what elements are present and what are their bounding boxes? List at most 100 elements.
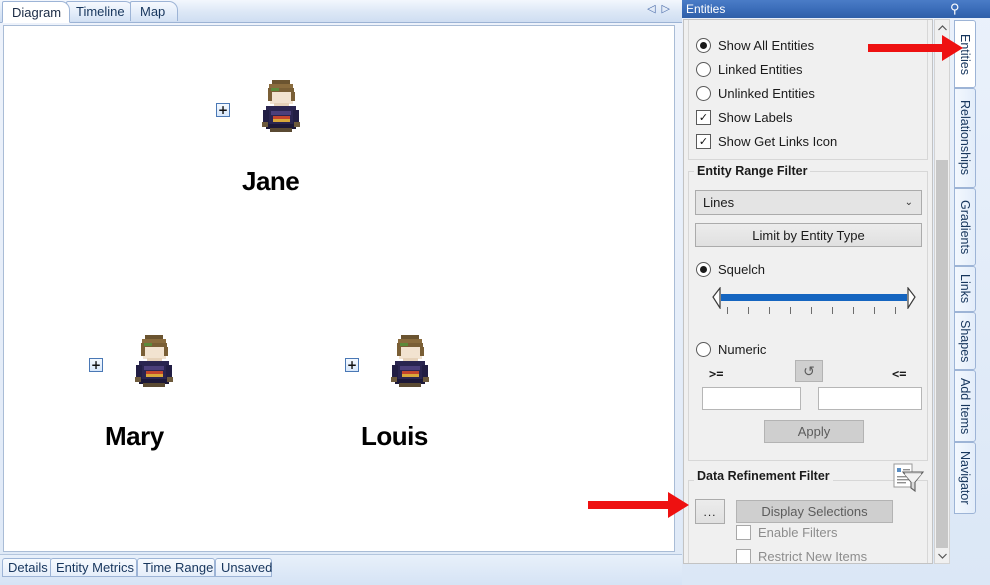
- tab-timeline[interactable]: Timeline: [66, 1, 134, 21]
- apply-button-label: Apply: [797, 424, 831, 439]
- tab-timeline-label: Timeline: [76, 4, 125, 19]
- slider-handle-min[interactable]: [709, 286, 723, 311]
- side-tab-gradients[interactable]: Gradients: [954, 188, 976, 266]
- person-avatar-icon: [387, 333, 433, 389]
- tab-map[interactable]: Map: [130, 1, 178, 21]
- numeric-min-input[interactable]: [702, 387, 801, 410]
- bottom-tabstrip: Details Entity Metrics Time Range Unsave…: [0, 554, 682, 585]
- numeric-max-input[interactable]: [818, 387, 922, 410]
- entities-dock-panel: Entities ⚲ Entity Filter Show All Entiti…: [682, 0, 990, 585]
- entities-panel-body: Entity Filter Show All Entities Linked E…: [683, 19, 933, 564]
- entity-label: Jane: [242, 166, 300, 196]
- tab-unsaved-label: Unsaved: [221, 560, 273, 575]
- slider-handle-max[interactable]: [905, 286, 919, 311]
- dock-title-bar: Entities: [682, 0, 942, 18]
- side-tab-shapes-label: Shapes: [958, 319, 972, 363]
- annotation-arrow-entities-tab: [868, 35, 983, 61]
- max-operator-label: <=: [892, 367, 907, 381]
- checkbox-icon: [736, 525, 751, 540]
- dock-side-tabstrip: Entities Relationships Gradients Links S…: [950, 18, 990, 558]
- radio-squelch[interactable]: Squelch: [696, 262, 765, 277]
- scrollbar-thumb[interactable]: [936, 160, 948, 550]
- ellipsis-button-label: ...: [703, 504, 717, 519]
- limit-by-entity-type-label: Limit by Entity Type: [752, 227, 865, 243]
- side-tab-relationships[interactable]: Relationships: [954, 88, 976, 188]
- tab-details-label: Details: [8, 560, 48, 575]
- tab-entity-metrics-label: Entity Metrics: [56, 560, 135, 575]
- side-tab-add-items-label: Add Items: [958, 377, 972, 435]
- radio-linked-entities[interactable]: Linked Entities: [696, 62, 803, 77]
- application-window: Diagram Timeline Map ◁ ▷ + Jane + Mary +…: [0, 0, 990, 585]
- radio-squelch-label: Squelch: [718, 262, 765, 277]
- chevron-down-icon: ⌄: [904, 197, 913, 208]
- slider-ticks: [709, 307, 919, 315]
- tab-time-range-label: Time Range: [143, 560, 214, 575]
- next-tab-icon[interactable]: ▷: [662, 4, 670, 15]
- side-tab-gradients-label: Gradients: [958, 199, 972, 255]
- radio-icon: [696, 342, 711, 357]
- radio-numeric-label: Numeric: [718, 342, 767, 357]
- scroll-up-icon[interactable]: [935, 20, 949, 35]
- pin-icon[interactable]: ⚲: [942, 0, 990, 18]
- radio-icon: [696, 86, 711, 101]
- scroll-down-icon[interactable]: [935, 548, 949, 563]
- tab-details[interactable]: Details: [2, 558, 52, 577]
- dock-title-label: Entities: [686, 2, 726, 16]
- radio-icon: [696, 62, 711, 77]
- slider-track: [721, 294, 907, 301]
- tab-time-range[interactable]: Time Range: [137, 558, 215, 577]
- checkbox-icon: ✓: [696, 110, 711, 125]
- tab-diagram[interactable]: Diagram: [2, 1, 70, 23]
- apply-button[interactable]: Apply: [764, 420, 864, 443]
- radio-unlinked-entities-label: Unlinked Entities: [718, 86, 815, 101]
- data-refinement-filter-group-label: Data Refinement Filter: [694, 469, 833, 483]
- radio-show-all-entities-label: Show All Entities: [718, 38, 815, 53]
- checkbox-enable-filters[interactable]: Enable Filters: [736, 525, 837, 540]
- checkbox-icon: ✓: [696, 134, 711, 149]
- squelch-range-slider[interactable]: [709, 285, 921, 317]
- checkbox-show-get-links-icon-label: Show Get Links Icon: [718, 134, 838, 149]
- checkbox-restrict-new-items-label: Restrict New Items: [758, 549, 868, 564]
- tab-diagram-label: Diagram: [12, 4, 62, 20]
- radio-linked-entities-label: Linked Entities: [718, 62, 803, 77]
- side-tab-relationships-label: Relationships: [958, 100, 972, 176]
- get-links-icon[interactable]: +: [89, 358, 103, 372]
- side-tab-links[interactable]: Links: [954, 266, 976, 312]
- reset-numeric-button[interactable]: ↺: [795, 360, 823, 382]
- tab-map-label: Map: [140, 4, 166, 19]
- side-tab-navigator[interactable]: Navigator: [954, 442, 976, 514]
- radio-numeric[interactable]: Numeric: [696, 342, 766, 357]
- limit-by-entity-type-button[interactable]: Limit by Entity Type: [695, 223, 922, 247]
- radio-unlinked-entities[interactable]: Unlinked Entities: [696, 86, 815, 101]
- funnel-icon: [893, 463, 925, 493]
- checkbox-show-labels-label: Show Labels: [718, 110, 793, 125]
- diagram-canvas[interactable]: + Jane + Mary + Louis: [3, 25, 675, 552]
- side-tab-add-items[interactable]: Add Items: [954, 370, 976, 442]
- get-links-icon[interactable]: +: [216, 103, 230, 117]
- checkbox-restrict-new-items[interactable]: Restrict New Items: [736, 549, 868, 564]
- person-avatar-icon: [131, 333, 177, 389]
- entity-range-combo[interactable]: Lines ⌄: [695, 190, 922, 215]
- refresh-icon: ↺: [803, 362, 815, 379]
- pin-glyph: ⚲: [950, 1, 960, 16]
- radio-icon: [696, 262, 711, 277]
- min-operator-label: >=: [709, 367, 724, 381]
- checkbox-show-get-links-icon[interactable]: ✓ Show Get Links Icon: [696, 134, 837, 149]
- radio-icon: [696, 38, 711, 53]
- display-selections-button[interactable]: Display Selections: [736, 500, 893, 523]
- checkbox-show-labels[interactable]: ✓ Show Labels: [696, 110, 792, 125]
- tab-navigation-arrows: ◁ ▷: [647, 4, 670, 15]
- get-links-icon[interactable]: +: [345, 358, 359, 372]
- radio-show-all-entities[interactable]: Show All Entities: [696, 38, 814, 53]
- entity-label: Mary: [105, 421, 164, 451]
- previous-tab-icon[interactable]: ◁: [647, 4, 655, 15]
- side-tab-shapes[interactable]: Shapes: [954, 312, 976, 370]
- tab-unsaved[interactable]: Unsaved: [215, 558, 272, 577]
- panel-vertical-scrollbar[interactable]: [934, 19, 950, 564]
- side-tab-links-label: Links: [958, 274, 972, 304]
- side-tab-navigator-label: Navigator: [958, 451, 972, 505]
- display-selections-label: Display Selections: [761, 504, 868, 519]
- annotation-arrow-ellipsis-button: [588, 492, 703, 518]
- tab-entity-metrics[interactable]: Entity Metrics: [50, 558, 137, 577]
- entity-range-filter-group-label: Entity Range Filter: [694, 164, 811, 178]
